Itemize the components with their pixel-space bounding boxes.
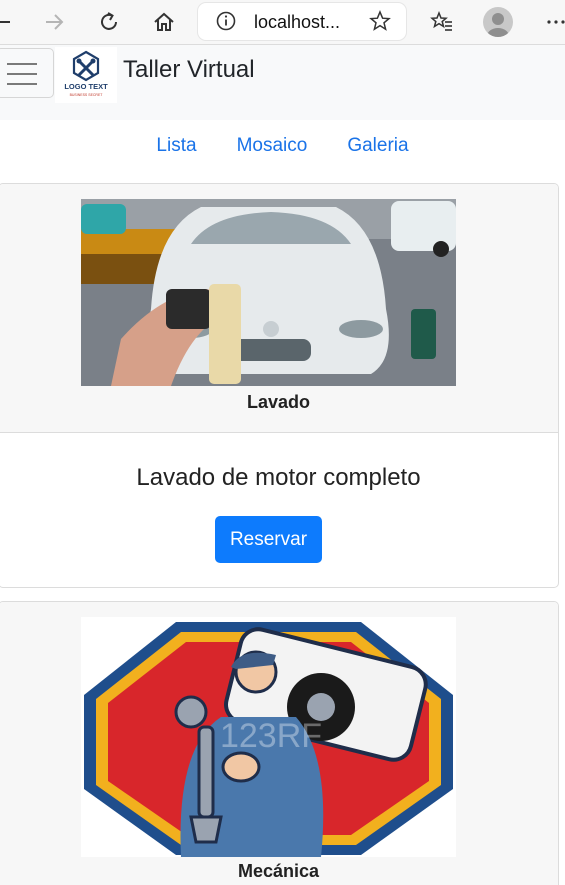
service-card-mecanica: 123RF Mecánica xyxy=(0,601,559,885)
card-caption: Mecánica xyxy=(237,861,320,881)
card-caption: Lavado xyxy=(246,392,311,412)
profile-icon[interactable] xyxy=(483,7,513,37)
brand-logo[interactable]: LOGO TEXT BUSINESS SECRET xyxy=(55,47,117,103)
hamburger-icon xyxy=(7,63,37,65)
navbar: LOGO TEXT BUSINESS SECRET Taller Virtual xyxy=(0,45,565,120)
menu-toggle-button[interactable] xyxy=(0,48,54,98)
browser-toolbar: localhost... xyxy=(0,0,565,45)
logo-subtext: BUSINESS SECRET xyxy=(70,93,104,97)
more-icon[interactable] xyxy=(540,6,565,38)
tab-mosaico[interactable]: Mosaico xyxy=(217,120,328,172)
car-wash-image xyxy=(81,199,456,386)
svg-text:123RF: 123RF xyxy=(220,717,322,755)
card-header: Lavado xyxy=(0,184,558,433)
refresh-icon[interactable] xyxy=(93,6,125,38)
service-card-lavado: Lavado Lavado de motor completo Reservar xyxy=(0,183,559,588)
view-tabs: Lista Mosaico Galeria xyxy=(0,120,565,172)
tab-lista[interactable]: Lista xyxy=(136,120,216,172)
mechanic-image: 123RF xyxy=(81,617,456,857)
url-text[interactable]: localhost... xyxy=(254,12,352,33)
card-body: Lavado de motor completo Reservar xyxy=(0,433,558,587)
home-icon[interactable] xyxy=(148,6,180,38)
star-icon[interactable] xyxy=(364,5,396,37)
address-bar[interactable]: localhost... xyxy=(198,3,406,40)
reservar-button[interactable]: Reservar xyxy=(215,516,322,563)
brand-title[interactable]: Taller Virtual xyxy=(123,56,255,84)
service-description: Lavado de motor completo xyxy=(136,464,421,491)
info-icon[interactable] xyxy=(210,5,242,37)
card-header: 123RF Mecánica xyxy=(0,602,558,885)
tab-galeria[interactable]: Galeria xyxy=(327,120,428,172)
favorites-icon[interactable] xyxy=(426,6,458,38)
logo-text: LOGO TEXT xyxy=(64,82,108,91)
forward-icon[interactable] xyxy=(38,6,70,38)
back-icon[interactable] xyxy=(0,6,18,38)
